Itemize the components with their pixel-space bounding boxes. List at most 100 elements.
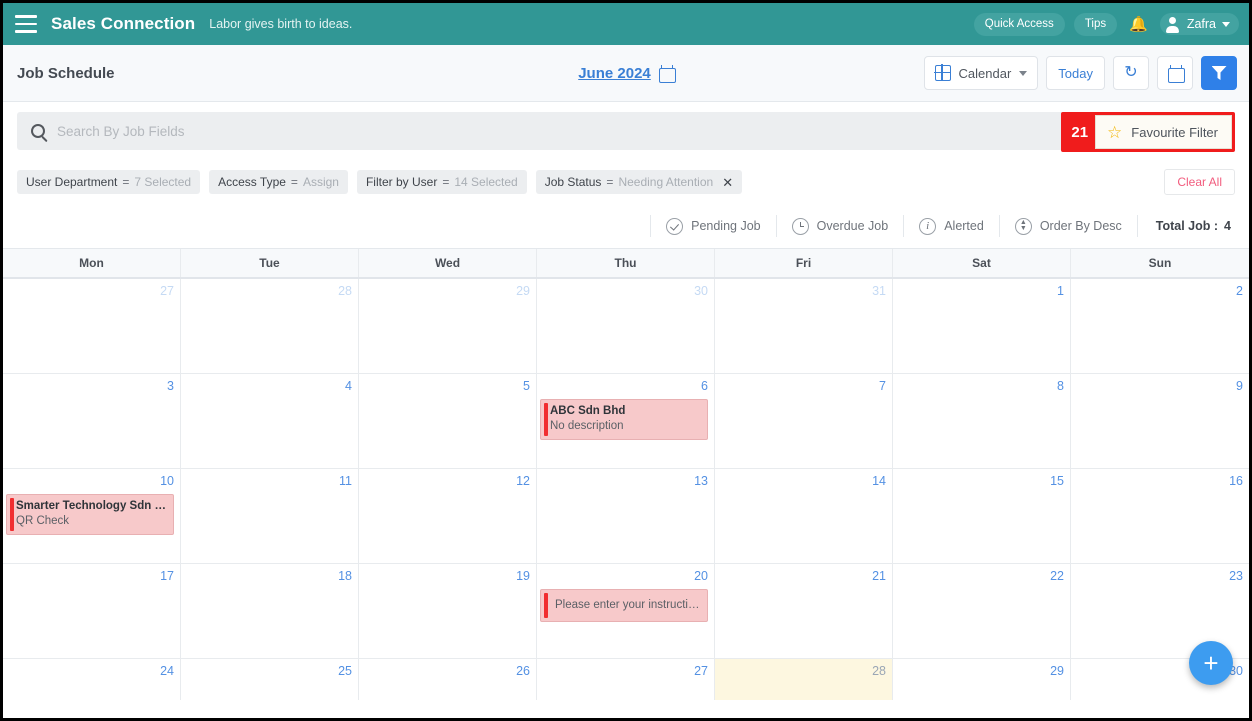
- calendar-day-cell[interactable]: 30: [537, 279, 715, 373]
- filter-chip-equals: =: [122, 175, 130, 189]
- calendar-day-cell[interactable]: 11: [181, 469, 359, 563]
- calendar-day-cell[interactable]: 4: [181, 374, 359, 468]
- chevron-down-icon: [1222, 21, 1230, 27]
- job-event-description: QR Check: [16, 515, 70, 527]
- calendar-day-number: 4: [345, 379, 352, 393]
- filter-chip[interactable]: Access Type = Assign: [209, 170, 348, 194]
- job-event-title: ABC Sdn Bhd: [550, 405, 626, 417]
- calendar-day-number: 1: [1057, 284, 1064, 298]
- calendar-day-cell[interactable]: 2: [1071, 279, 1249, 373]
- calendar-day-headers: Mon Tue Wed Thu Fri Sat Sun: [3, 249, 1249, 279]
- calendar-day-number: 8: [1057, 379, 1064, 393]
- filter-chip[interactable]: Job Status = Needing Attention ✕: [535, 170, 743, 194]
- legend-item-pending-job[interactable]: Pending Job: [650, 215, 777, 237]
- calendar-day-cell[interactable]: 24: [3, 659, 181, 700]
- active-filters-row: User Department = 7 Selected Access Type = As…: [3, 160, 1249, 204]
- legend-item-alerted[interactable]: i Alerted: [904, 215, 1000, 237]
- filter-chip-value: Assign: [302, 175, 339, 189]
- calendar-job-event[interactable]: Smarter Technology Sdn Bh... QR Check: [6, 494, 174, 535]
- calendar-week-row: 10 Smarter Technology Sdn Bh... QR Check 11…: [3, 469, 1249, 564]
- calendar-week-row: 3 4 5 6 ABC Sdn Bhd No description 7 8 9: [3, 374, 1249, 469]
- calendar-day-number: 13: [694, 474, 708, 488]
- current-month-label[interactable]: June 2024: [578, 65, 651, 82]
- funnel-icon: [1211, 66, 1227, 80]
- add-job-fab[interactable]: +: [1189, 641, 1233, 685]
- calendar-day-cell[interactable]: 28: [715, 659, 893, 700]
- filter-button[interactable]: [1201, 56, 1237, 90]
- calendar-icon: [1167, 65, 1185, 83]
- legend-item-order-by-desc[interactable]: ▲ ▼ Order By Desc: [1000, 215, 1138, 237]
- calendar-day-cell[interactable]: 7: [715, 374, 893, 468]
- calendar-day-number: 22: [1050, 569, 1064, 583]
- calendar-job-event[interactable]: ABC Sdn Bhd No description: [540, 399, 708, 440]
- calendar-day-number: 3: [167, 379, 174, 393]
- calendar-day-cell[interactable]: 5: [359, 374, 537, 468]
- calendar-day-cell[interactable]: 18: [181, 564, 359, 658]
- calendar-day-cell[interactable]: 17: [3, 564, 181, 658]
- chevron-down-icon: [1019, 70, 1028, 76]
- calendar-day-cell[interactable]: 29: [893, 659, 1071, 700]
- calendar-day-number: 29: [516, 284, 530, 298]
- calendar-day-cell[interactable]: 15: [893, 469, 1071, 563]
- quick-access-button[interactable]: Quick Access: [973, 12, 1065, 36]
- tips-button[interactable]: Tips: [1073, 12, 1118, 36]
- calendar-day-cell[interactable]: 14: [715, 469, 893, 563]
- calendar-icon[interactable]: [658, 65, 676, 83]
- calendar-week-row: 27 28 29 30 31 1 2: [3, 279, 1249, 374]
- filter-chip-remove-icon[interactable]: ✕: [722, 176, 733, 189]
- star-icon: ☆: [1107, 122, 1123, 142]
- calendar-day-cell[interactable]: 20 Please enter your instruction...: [537, 564, 715, 658]
- top-bar-actions: Quick Access Tips 🔔 Zafra: [973, 12, 1239, 36]
- calendar-day-cell[interactable]: 19: [359, 564, 537, 658]
- calendar-day-number: 2: [1236, 284, 1243, 298]
- bell-icon[interactable]: 🔔: [1126, 17, 1151, 32]
- calendar-day-cell[interactable]: 27: [537, 659, 715, 700]
- calendar-day-number: 19: [516, 569, 530, 583]
- calendar-day-cell[interactable]: 27: [3, 279, 181, 373]
- filter-chip[interactable]: Filter by User = 14 Selected: [356, 170, 527, 194]
- calendar-day-number: 25: [338, 664, 352, 678]
- calendar-day-header: Sun: [1148, 256, 1172, 270]
- calendar-day-cell[interactable]: 28: [181, 279, 359, 373]
- calendar-day-number: 28: [872, 664, 886, 678]
- legend-label: Overdue Job: [816, 219, 889, 233]
- refresh-icon: ↻: [1124, 64, 1138, 81]
- calendar-day-cell[interactable]: 25: [181, 659, 359, 700]
- favourite-filter-button[interactable]: ☆ Favourite Filter: [1095, 115, 1232, 149]
- calendar-day-cell[interactable]: 8: [893, 374, 1071, 468]
- calendar-day-cell[interactable]: 10 Smarter Technology Sdn Bh... QR Check: [3, 469, 181, 563]
- app-tagline: Labor gives birth to ideas.: [209, 17, 353, 31]
- calendar-day-cell[interactable]: 3: [3, 374, 181, 468]
- page-title: Job Schedule: [17, 64, 115, 82]
- user-menu[interactable]: Zafra: [1159, 13, 1239, 35]
- filter-chip-equals: =: [290, 175, 298, 189]
- refresh-button[interactable]: ↻: [1113, 56, 1149, 90]
- calendar-day-cell[interactable]: 31: [715, 279, 893, 373]
- total-job-counter: Total Job : 4: [1138, 219, 1235, 233]
- date-picker-button[interactable]: [1157, 56, 1193, 90]
- calendar-day-cell[interactable]: 12: [359, 469, 537, 563]
- view-mode-label: Calendar: [958, 65, 1012, 81]
- legend-item-overdue-job[interactable]: Overdue Job: [777, 215, 905, 237]
- calendar-day-cell[interactable]: 26: [359, 659, 537, 700]
- search-input[interactable]: [57, 123, 1221, 139]
- today-button[interactable]: Today: [1046, 56, 1105, 90]
- calendar-job-event[interactable]: Please enter your instruction...: [540, 589, 708, 622]
- filter-chip-value: 7 Selected: [134, 175, 192, 189]
- clear-all-button[interactable]: Clear All: [1164, 169, 1235, 195]
- search-box[interactable]: [17, 112, 1235, 150]
- calendar-grid: 27 28 29 30 31 1 2 3 4 5 6 ABC Sdn Bhd No descriptio…: [3, 279, 1249, 700]
- calendar-day-cell[interactable]: 21: [715, 564, 893, 658]
- calendar-day-cell[interactable]: 29: [359, 279, 537, 373]
- app-brand-title: Sales Connection: [51, 14, 196, 33]
- calendar-day-cell[interactable]: 1: [893, 279, 1071, 373]
- calendar-day-cell[interactable]: 13: [537, 469, 715, 563]
- filter-chip[interactable]: User Department = 7 Selected: [17, 170, 201, 194]
- calendar-day-cell[interactable]: 22: [893, 564, 1071, 658]
- calendar-day-cell[interactable]: 16: [1071, 469, 1249, 563]
- calendar-day-cell[interactable]: 6 ABC Sdn Bhd No description: [537, 374, 715, 468]
- hamburger-menu-icon[interactable]: [15, 15, 37, 33]
- calendar-day-cell[interactable]: 9: [1071, 374, 1249, 468]
- toolbar-actions: Calendar Today ↻: [923, 56, 1237, 90]
- view-mode-selector[interactable]: Calendar: [923, 56, 1039, 90]
